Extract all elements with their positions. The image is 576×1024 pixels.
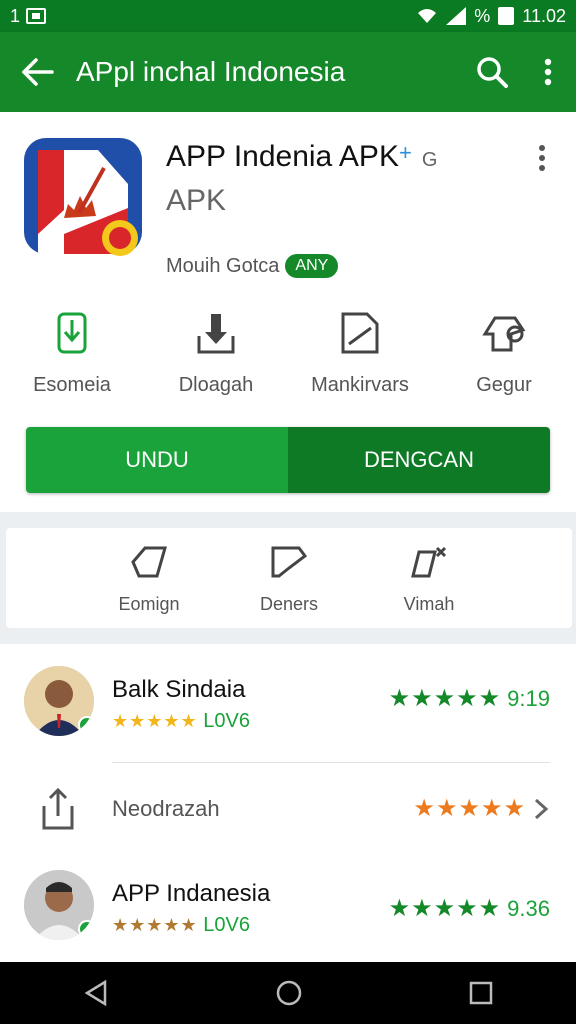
chevron-right-icon <box>534 798 549 819</box>
action-gegur[interactable]: Gegur <box>432 310 576 410</box>
review-name: Balk Sindaia <box>112 676 246 703</box>
system-nav-bar <box>0 962 576 1024</box>
secondary-action-label: Deners <box>259 594 319 614</box>
clock: 11.02 <box>522 5 566 26</box>
developer-line: Mouih Gotca ANY <box>166 254 339 278</box>
action-dloagah[interactable]: Dloagah <box>144 310 288 410</box>
review-name: APP Indanesia <box>112 880 271 907</box>
divider <box>112 762 550 763</box>
edit-doc-icon <box>341 312 379 354</box>
review-row[interactable]: APP Indanesia ★★★★★ L0V6 ★★★★★ 9.36 <box>0 868 576 948</box>
app-subtitle: APK <box>166 184 227 217</box>
install-button-group: UNDU DENGCAN <box>26 427 550 493</box>
action-label: Esomeia <box>33 374 111 396</box>
secondary-actions-card: Eomign Deners Vimah <box>6 528 572 628</box>
secondary-action-deners[interactable]: Deners <box>234 528 344 628</box>
status-bar: 1 % 11.02 <box>0 0 576 32</box>
wand-icon <box>411 546 447 578</box>
back-button[interactable] <box>0 32 76 112</box>
secondary-action-vimah[interactable]: Vimah <box>374 528 484 628</box>
search-button[interactable] <box>464 32 520 112</box>
link-rating: ★★★★★ <box>413 794 550 823</box>
action-label: Dloagah <box>178 374 254 396</box>
settings-tool-icon <box>482 316 526 352</box>
plus-badge-icon: + <box>398 140 412 165</box>
battery-percent: % <box>474 5 491 26</box>
verified-badge-icon <box>78 920 94 938</box>
app-bar-title: APpl inchal Indonesia <box>76 56 346 87</box>
developer-name[interactable]: Mouih Gotca <box>166 255 279 278</box>
action-mankirvars[interactable]: Mankirvars <box>288 310 432 410</box>
review-row[interactable]: Balk Sindaia ★★★★★ L0V6 ★★★★★ 9:19 <box>0 664 576 744</box>
nav-back-icon[interactable] <box>83 979 109 1007</box>
rating-badge: ANY <box>285 254 339 278</box>
action-esomeia[interactable]: Esomeia <box>0 310 144 410</box>
secondary-action-eomign[interactable]: Eomign <box>94 528 204 628</box>
review-rating: ★★★★★ 9.36 <box>389 894 550 923</box>
review-meta: ★★★★★ L0V6 <box>112 710 250 733</box>
nav-recents-icon[interactable] <box>469 981 493 1005</box>
signal-icon <box>446 7 467 25</box>
open-button[interactable]: DENGCAN <box>288 427 550 493</box>
secondary-action-label: Eomign <box>118 594 180 614</box>
wifi-icon <box>418 9 437 23</box>
secondary-action-label: Vimah <box>403 594 455 614</box>
reviews-card: Balk Sindaia ★★★★★ L0V6 ★★★★★ 9:19 Neodr… <box>0 644 576 962</box>
verified-badge-icon <box>78 716 94 734</box>
app-logo-icon <box>24 138 142 256</box>
more-vert-icon <box>544 58 552 86</box>
arrow-left-icon <box>22 58 54 86</box>
quick-actions: Esomeia Dloagah Mankirvars Gegur <box>0 310 576 410</box>
orange-stars: ★★★★★ <box>413 795 526 822</box>
link-label: Neodrazah <box>112 796 220 821</box>
rating-score: 9:19 <box>507 685 550 711</box>
avatar <box>24 870 94 940</box>
share-icon <box>42 787 74 830</box>
download-icon <box>197 314 235 354</box>
link-row[interactable]: Neodrazah ★★★★★ <box>0 780 576 840</box>
small-stars: ★★★★★ <box>112 711 198 731</box>
small-stars: ★★★★★ <box>112 915 198 935</box>
phone-icon <box>57 312 87 354</box>
action-label: Gegur <box>476 374 532 396</box>
action-label: Mankirvars <box>311 374 409 396</box>
app-more-icon[interactable] <box>530 144 554 172</box>
overflow-menu-button[interactable] <box>520 32 576 112</box>
review-count: L0V6 <box>203 710 250 732</box>
rating-stars: ★★★★★ <box>388 685 502 712</box>
rating-stars: ★★★★★ <box>388 895 502 922</box>
status-left-text: 1 <box>10 5 21 26</box>
battery-icon <box>498 7 515 25</box>
draw-icon <box>271 546 308 578</box>
install-button[interactable]: UNDU <box>26 427 288 493</box>
notification-icon <box>26 8 47 24</box>
review-rating: ★★★★★ 9:19 <box>389 684 550 713</box>
app-bar: APpl inchal Indonesia <box>0 32 576 112</box>
review-count: L0V6 <box>203 914 250 936</box>
tag-icon <box>131 546 167 578</box>
app-header-card: APP Indenia APK+ G APK Mouih Gotca ANY Es… <box>0 112 576 512</box>
app-name-suffix: G <box>421 149 438 171</box>
search-icon <box>477 57 508 88</box>
app-name: APP Indenia APK+ G <box>166 140 438 173</box>
nav-home-icon[interactable] <box>275 979 303 1007</box>
rating-score: 9.36 <box>507 895 550 921</box>
avatar <box>24 666 94 736</box>
review-meta: ★★★★★ L0V6 <box>112 914 250 937</box>
